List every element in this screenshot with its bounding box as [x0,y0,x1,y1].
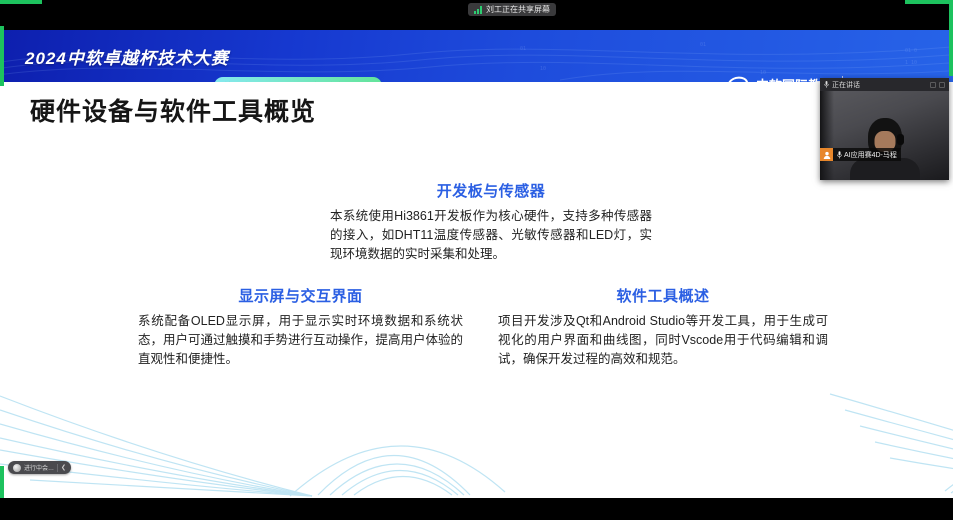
webcam-panel[interactable]: 正在讲话 AI应用赛4D-马程 [820,78,949,180]
screen-share-viewport: 刘工正在共享屏幕 011001 01 01 1010 2024中软卓越杯技术大赛… [0,0,953,520]
pin-icon[interactable] [930,82,936,88]
share-frame-corner-tl [0,0,42,4]
section-display: 显示屏与交互界面 系统配备OLED显示屏，用于显示实时环境数据和系统状态，用户可… [138,285,463,368]
screen-share-indicator[interactable]: 刘工正在共享屏幕 [468,3,556,16]
section-software: 软件工具概述 项目开发涉及Qt和Android Studio等开发工具，用于生成… [498,285,828,368]
webcam-header-icons[interactable] [930,82,945,88]
svg-text:1 10: 1 10 [905,60,917,66]
signal-bars-icon [474,6,482,14]
share-frame-corner-tr [949,0,953,76]
floating-bar-divider [57,464,58,472]
share-frame-corner-tl [0,26,4,86]
webcam-header: 正在讲话 [820,78,949,91]
mic-icon [824,81,829,88]
section-body: 项目开发涉及Qt和Android Studio等开发工具，用于生成可视化的用户界… [498,312,828,368]
expand-icon[interactable] [939,82,945,88]
season-badge: 第三赛季丨大模型行业应用创新挑战赛 [214,77,382,82]
section-body: 本系统使用Hi3861开发板作为核心硬件，支持多种传感器的接入，如DHT11温度… [330,207,652,263]
edu-logo: 中软国际教育 Chinasoft International EduTech [725,74,834,82]
contest-title: 2024中软卓越杯技术大赛 [25,44,229,69]
section-body: 系统配备OLED显示屏，用于显示实时环境数据和系统状态，用户可通过触摸和手势进行… [138,312,463,368]
svg-text:01: 01 [520,46,526,52]
floating-meeting-bar[interactable]: 进行中会… ❮ [8,461,71,474]
section-heading: 显示屏与交互界面 [138,285,463,306]
webcam-video-feed: AI应用赛4D-马程 [820,91,949,180]
section-heading: 软件工具概述 [498,285,828,306]
shared-slide: 硬件设备与软件工具概览 开发板与传感器 本系统使用Hi3861开发板作为核心硬件… [0,82,953,498]
section-dev-board: 开发板与传感器 本系统使用Hi3861开发板作为核心硬件，支持多种传感器的接入，… [330,180,652,263]
svg-text:10: 10 [540,66,546,72]
speaking-status-label: 正在讲话 [832,80,927,90]
section-heading: 开发板与传感器 [330,180,652,201]
contest-banner: 011001 01 01 1010 2024中软卓越杯技术大赛 第三赛季丨大模型… [0,30,953,82]
season-badge-label: 第三赛季丨大模型行业应用创新挑战赛 [224,80,372,83]
bottom-wave-decoration [0,388,953,498]
chinasoft-edu-swoosh-icon [725,74,751,82]
participant-name: AI应用赛4D-马程 [844,150,897,160]
meeting-app-icon [13,464,21,472]
svg-text:01 0: 01 0 [905,48,917,54]
svg-text:01: 01 [700,42,706,48]
share-frame-corner-bl [0,466,4,498]
bottom-black-bar [0,498,953,520]
share-indicator-label: 刘工正在共享屏幕 [486,4,550,15]
participant-name-badge: AI应用赛4D-马程 [820,148,901,161]
floating-bar-label: 进行中会… [24,463,54,472]
share-frame-corner-tr [905,0,953,4]
member-role-icon [820,148,833,161]
badge-mic-icon [837,151,842,159]
slide-title: 硬件设备与软件工具概览 [30,92,316,128]
collapse-chevron-icon[interactable]: ❮ [61,464,66,471]
video-shadow [820,91,834,180]
